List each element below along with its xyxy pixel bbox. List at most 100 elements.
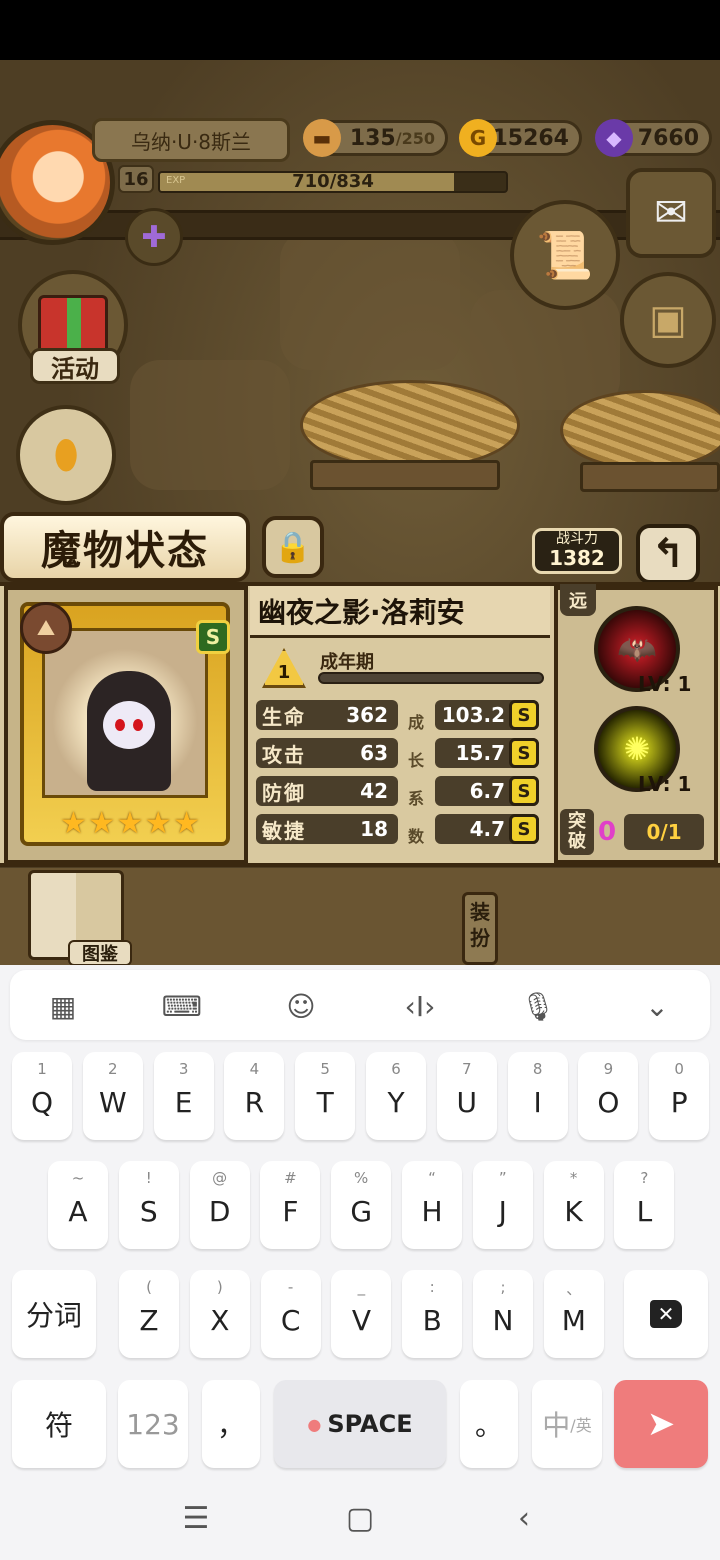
key-primary: P bbox=[670, 1086, 688, 1119]
comma-key[interactable]: ， bbox=[202, 1380, 260, 1468]
growth-row: 4.7 S bbox=[435, 814, 539, 844]
star-icon: ★ bbox=[88, 805, 116, 841]
equip-tab[interactable]: 装扮 bbox=[462, 892, 498, 965]
keyboard-layout-icon[interactable]: ⌨ bbox=[160, 988, 204, 1024]
monster-name: 幽夜之影·洛莉安 bbox=[250, 586, 550, 638]
key-secondary: - bbox=[287, 1278, 294, 1296]
mail-button[interactable]: ✉ bbox=[626, 168, 716, 258]
key-u[interactable]: 7U bbox=[436, 1052, 497, 1140]
key-r[interactable]: 4R bbox=[224, 1052, 285, 1140]
stat-row: 防御 42 bbox=[256, 776, 398, 806]
breakthrough-count: 0 bbox=[598, 817, 617, 847]
growth-value: 6.7 bbox=[469, 779, 505, 803]
player-name: 乌纳·U·8斯兰 bbox=[92, 118, 290, 162]
key-l[interactable]: ? L bbox=[614, 1161, 675, 1249]
key-e[interactable]: 3E bbox=[153, 1052, 214, 1140]
key-s[interactable]: ! S bbox=[118, 1161, 179, 1249]
lock-button[interactable]: 🔒 bbox=[262, 516, 324, 578]
breakthrough[interactable]: 突破 0 0/1 bbox=[560, 808, 710, 856]
key-w[interactable]: 2W bbox=[82, 1052, 143, 1140]
backspace-icon: ✕ bbox=[649, 1300, 683, 1328]
home-icon[interactable]: ▢ bbox=[340, 1500, 380, 1536]
lang-sub: /英 bbox=[570, 1416, 592, 1435]
key-j[interactable]: ” J bbox=[472, 1161, 533, 1249]
key-c[interactable]: -C bbox=[260, 1270, 321, 1358]
nest-plank bbox=[310, 460, 500, 490]
stat-label: 生命 bbox=[262, 704, 306, 729]
egg-event-button[interactable]: ⬮ bbox=[16, 405, 116, 505]
key-p[interactable]: 0P bbox=[649, 1052, 710, 1140]
number-key[interactable]: 123 bbox=[118, 1380, 188, 1468]
red-eye bbox=[115, 719, 125, 731]
star-icon: ★ bbox=[116, 805, 144, 841]
key-z[interactable]: (Z bbox=[119, 1270, 179, 1358]
key-secondary: ! bbox=[145, 1169, 152, 1187]
background-stone bbox=[470, 290, 620, 410]
stat-value: 362 bbox=[346, 703, 388, 727]
bag-button[interactable]: ▣ bbox=[620, 272, 716, 368]
stamina-value: 135 bbox=[349, 125, 396, 151]
key-secondary: ” bbox=[498, 1169, 507, 1187]
stamina-counter[interactable]: ▬ 135/250 bbox=[303, 119, 448, 157]
key-primary: E bbox=[174, 1086, 193, 1119]
key-i[interactable]: 8I bbox=[507, 1052, 568, 1140]
back-icon[interactable]: ‹ bbox=[504, 1500, 544, 1536]
key-secondary: 9 bbox=[603, 1060, 614, 1078]
stat-row: 敏捷 18 bbox=[256, 814, 398, 844]
key-o[interactable]: 9O bbox=[578, 1052, 639, 1140]
stat-value: 63 bbox=[360, 741, 388, 765]
key-primary: V bbox=[351, 1304, 371, 1337]
gold-counter[interactable]: G 15264 bbox=[459, 119, 582, 157]
language-key[interactable]: 中/英 bbox=[532, 1380, 602, 1468]
buy-gems-button[interactable]: ✚ bbox=[125, 208, 183, 266]
key-secondary: % bbox=[354, 1169, 369, 1187]
collapse-keyboard-icon[interactable]: ⌄ bbox=[635, 988, 679, 1024]
key-v[interactable]: _ V bbox=[331, 1270, 392, 1358]
key-f[interactable]: # F bbox=[260, 1161, 321, 1249]
emoji-icon[interactable]: ☺ bbox=[279, 988, 323, 1024]
key-b[interactable]: :B bbox=[402, 1270, 463, 1358]
growth-value: 4.7 bbox=[469, 817, 505, 841]
grade-badge: S bbox=[509, 700, 539, 730]
key-h[interactable]: “H bbox=[402, 1161, 462, 1249]
scroll-icon: 📜 bbox=[536, 227, 594, 282]
key-k[interactable]: * K bbox=[543, 1161, 604, 1249]
period-key[interactable]: 。 bbox=[460, 1380, 518, 1468]
monster-card[interactable]: ⛰ S ★ ★ ★ ★ ★ bbox=[20, 602, 230, 846]
key-primary: Q bbox=[30, 1086, 54, 1119]
key-primary: G bbox=[350, 1195, 373, 1228]
microphone-icon[interactable]: 🎙 bbox=[516, 988, 560, 1024]
key-n[interactable]: ; N bbox=[473, 1270, 533, 1358]
key-primary: Y bbox=[387, 1086, 405, 1119]
key-m[interactable]: 、 M bbox=[543, 1270, 604, 1358]
page-title: 魔物状态 bbox=[0, 512, 250, 582]
growth-label-char: 成 bbox=[407, 713, 424, 732]
star-icon: ★ bbox=[60, 805, 87, 841]
enter-key[interactable]: ➤ bbox=[614, 1380, 708, 1468]
key-g[interactable]: % G bbox=[331, 1161, 392, 1249]
menu-icon[interactable]: ☰ bbox=[176, 1500, 216, 1536]
gift-box-icon bbox=[38, 295, 108, 355]
key-secondary: ~ bbox=[71, 1169, 85, 1187]
segment-key[interactable]: 分词 bbox=[12, 1270, 96, 1358]
space-key[interactable]: ● SPACE bbox=[274, 1380, 446, 1468]
gem-counter[interactable]: ◆ 7660 bbox=[595, 119, 712, 157]
key-a[interactable]: ~ A bbox=[48, 1161, 108, 1249]
stat-label: 防御 bbox=[262, 780, 306, 805]
backspace-key[interactable]: ✕ bbox=[624, 1270, 708, 1358]
symbol-key[interactable]: 符 bbox=[12, 1380, 106, 1468]
key-t[interactable]: 5T bbox=[295, 1052, 356, 1140]
key-y[interactable]: 6Y bbox=[366, 1052, 426, 1140]
key-d[interactable]: @ D bbox=[189, 1161, 250, 1249]
vampire-face bbox=[103, 701, 155, 749]
apps-grid-icon[interactable]: ▦ bbox=[41, 988, 85, 1024]
star-rating: ★ ★ ★ ★ ★ bbox=[60, 805, 200, 841]
cursor-move-icon[interactable]: ‹I› bbox=[398, 988, 442, 1024]
quest-scroll-button[interactable]: 📜 bbox=[510, 200, 620, 310]
key-q[interactable]: 1Q bbox=[12, 1052, 72, 1140]
key-secondary: 4 bbox=[249, 1060, 260, 1078]
key-primary: B bbox=[422, 1304, 442, 1337]
back-button[interactable]: ↰ bbox=[636, 524, 700, 584]
key-x[interactable]: ) X bbox=[189, 1270, 250, 1358]
key-secondary: @ bbox=[212, 1169, 228, 1187]
